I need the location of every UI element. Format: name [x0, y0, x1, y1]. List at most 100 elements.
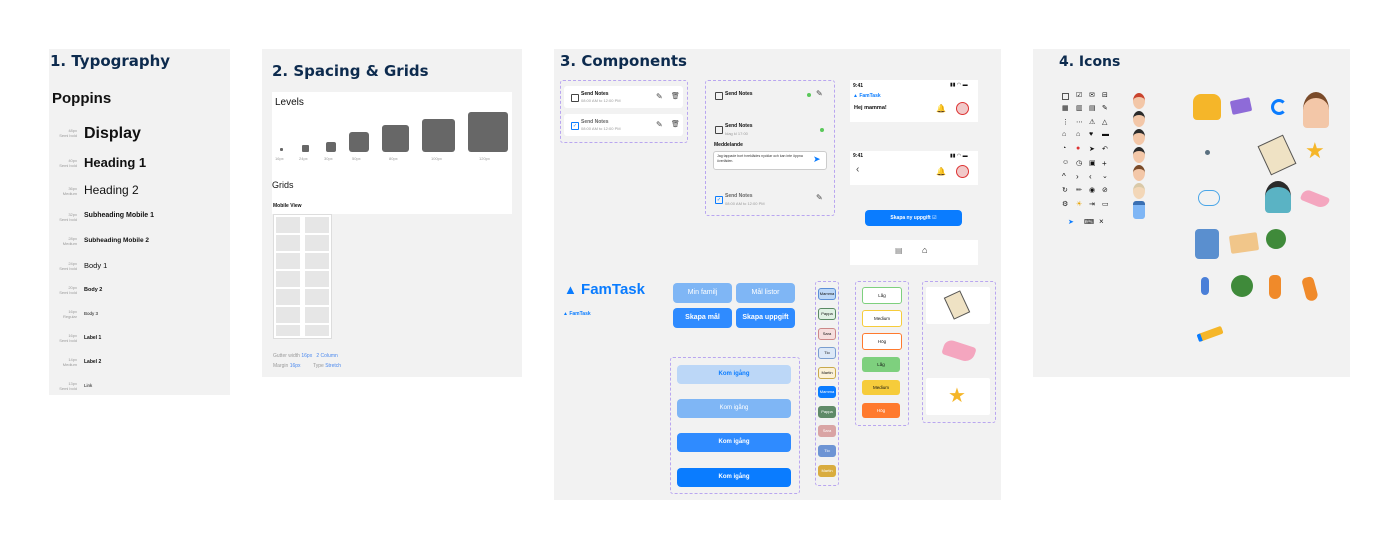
- status-icons: ▮▮ ◠ ▬: [950, 153, 968, 159]
- pencil-icon: ✏: [1076, 187, 1082, 194]
- avatar[interactable]: [956, 102, 969, 115]
- checkbox[interactable]: [715, 92, 723, 100]
- trash-icon[interactable]: 🗑: [671, 92, 680, 100]
- priority-medium-filled[interactable]: Medium: [862, 380, 900, 395]
- priority-high-filled[interactable]: Hög: [862, 403, 900, 418]
- hands-icon: [941, 338, 977, 364]
- start-button-light[interactable]: Kom igång: [677, 399, 791, 418]
- message-box[interactable]: Jag tappade bort tvreklädes nycklar och …: [713, 151, 827, 170]
- avatar-icon: [1133, 165, 1145, 181]
- note-title: Send Notes: [725, 193, 753, 199]
- note-time: Idag kl 17:00: [725, 131, 748, 136]
- member-tag[interactable]: Sara: [818, 425, 836, 437]
- star-illustration: ★: [926, 378, 990, 415]
- note-title: Send Notes: [581, 91, 609, 97]
- priority-medium-outline[interactable]: Medium: [862, 310, 902, 327]
- level-label-100: 100px: [431, 156, 442, 161]
- party-horn-icon: [1196, 325, 1224, 343]
- level-square-24: [302, 145, 309, 152]
- status-time: 9:41: [853, 83, 864, 89]
- priority-group: Låg Medium Hög Låg Medium Hög: [855, 281, 909, 426]
- message-label: Meddelande: [714, 142, 743, 148]
- avatar[interactable]: [956, 165, 969, 178]
- tab-mal-listor[interactable]: Mål listor: [736, 283, 795, 303]
- style-display: Display: [84, 125, 141, 142]
- trash-icon[interactable]: 🗑: [671, 120, 680, 128]
- status-dot: [820, 128, 824, 132]
- alert-icon: △: [1102, 119, 1108, 126]
- level-label-120: 120px: [479, 156, 490, 161]
- tab-skapa-mal[interactable]: Skapa mål: [673, 308, 732, 328]
- start-button-medium[interactable]: Kom igång: [677, 433, 791, 452]
- send-icon[interactable]: ➤: [813, 154, 821, 165]
- edit-icon[interactable]: ✎: [816, 89, 823, 98]
- edit-icon[interactable]: ✎: [656, 120, 663, 129]
- checkbox[interactable]: [571, 94, 579, 102]
- level-square-100: [422, 119, 455, 152]
- member-tag[interactable]: Mamma: [818, 386, 836, 398]
- keyboard-icon: ⌨: [1084, 219, 1095, 226]
- style-meta-body2: 20px Semi bold: [59, 285, 77, 295]
- style-body-1: Body 1: [84, 261, 108, 270]
- style-heading-1: Heading 1: [84, 155, 147, 170]
- member-tag[interactable]: Sara: [818, 328, 836, 340]
- member-tag[interactable]: Pappa: [818, 308, 836, 320]
- brand-small-logo: ▲ FamTask: [563, 311, 591, 317]
- tab-min-familj[interactable]: Min familj: [673, 283, 732, 303]
- calendar-icon[interactable]: ▤: [895, 246, 903, 255]
- start-buttons-group: Kom igång Kom igång Kom igång Kom igång: [670, 357, 800, 494]
- send-icon: ➤: [1089, 146, 1095, 153]
- kid-reading-icon: [1303, 92, 1329, 128]
- priority-low-filled[interactable]: Låg: [862, 357, 900, 372]
- refresh-icon: ↻: [1062, 187, 1068, 194]
- back-chevron-icon[interactable]: ‹: [856, 164, 859, 175]
- member-tag[interactable]: Tio: [818, 445, 836, 457]
- notes-group-b: Send Notes ✎ Send Notes Idag kl 17:00 Me…: [705, 80, 835, 216]
- tab-skapa-uppgift[interactable]: Skapa uppgift: [736, 308, 795, 328]
- member-tag[interactable]: Tio: [818, 347, 836, 359]
- icons-title: 4. Icons: [1059, 54, 1121, 70]
- note-title: Send Notes: [725, 91, 753, 97]
- member-tag[interactable]: Pappa: [818, 406, 836, 418]
- bell-icon[interactable]: 🔔: [936, 167, 946, 176]
- member-tags-group: Mamma Pappa Sara Tio Martin Mamma Pappa …: [815, 281, 839, 486]
- level-square-80: [382, 125, 409, 152]
- plus-icon: +: [1102, 159, 1107, 168]
- note-card-checked[interactable]: ✓ Send Notes 08:00 AM to 12:00 PM ✎ 🗑: [564, 114, 683, 136]
- level-square-50: [349, 132, 369, 152]
- member-tag[interactable]: Martin: [818, 367, 836, 379]
- home-icon[interactable]: ⌂: [922, 245, 927, 255]
- edit-icon[interactable]: ✎: [656, 92, 663, 101]
- note-time: 08:00 AM to 12:00 PM: [581, 98, 621, 103]
- mobile-view-label: Mobile View: [273, 203, 302, 209]
- note-card[interactable]: Send Notes 08:00 AM to 12:00 PM ✎ 🗑: [564, 86, 683, 108]
- checkbox-checked-icon: ☑: [1076, 92, 1083, 99]
- style-meta-link: 13px Semi bold: [59, 381, 77, 391]
- priority-low-outline[interactable]: Låg: [862, 287, 902, 304]
- illustration-group: ★: [922, 281, 996, 423]
- start-button-pale[interactable]: Kom igång: [677, 365, 791, 384]
- clock-icon: ◷: [1076, 160, 1083, 167]
- priority-high-outline[interactable]: Hög: [862, 333, 902, 350]
- bell-icon[interactable]: 🔔: [936, 104, 946, 113]
- chevron-down-icon: ⌄: [1102, 173, 1108, 180]
- bell-icon: ◔: [1062, 145, 1067, 152]
- phone-header-back: 9:41 ▮▮ ◠ ▬ ‹ 🔔: [850, 151, 978, 185]
- bell-badge-icon: ●: [1076, 145, 1081, 152]
- create-task-button[interactable]: Skapa ny uppgift ☑: [865, 210, 962, 226]
- levels-title: Levels: [275, 97, 304, 108]
- checkbox[interactable]: [715, 126, 723, 134]
- member-tag[interactable]: Martin: [818, 465, 836, 477]
- checkbox-checked[interactable]: ✓: [571, 122, 579, 130]
- start-button-primary[interactable]: Kom igång: [677, 468, 791, 487]
- level-label-16: 16px: [275, 156, 284, 161]
- member-tag[interactable]: Mamma: [818, 288, 836, 300]
- avatar-icon: [1133, 93, 1145, 109]
- edit-icon[interactable]: ✎: [816, 193, 823, 202]
- mobile-grid: [273, 214, 332, 339]
- image-icon: ▣: [1089, 160, 1096, 167]
- checkbox-checked[interactable]: ✓: [715, 196, 723, 204]
- grid-column-left: [276, 217, 300, 336]
- brand-large: ▲ FamTask: [564, 281, 645, 298]
- kid-dancing-icon: [1201, 277, 1209, 295]
